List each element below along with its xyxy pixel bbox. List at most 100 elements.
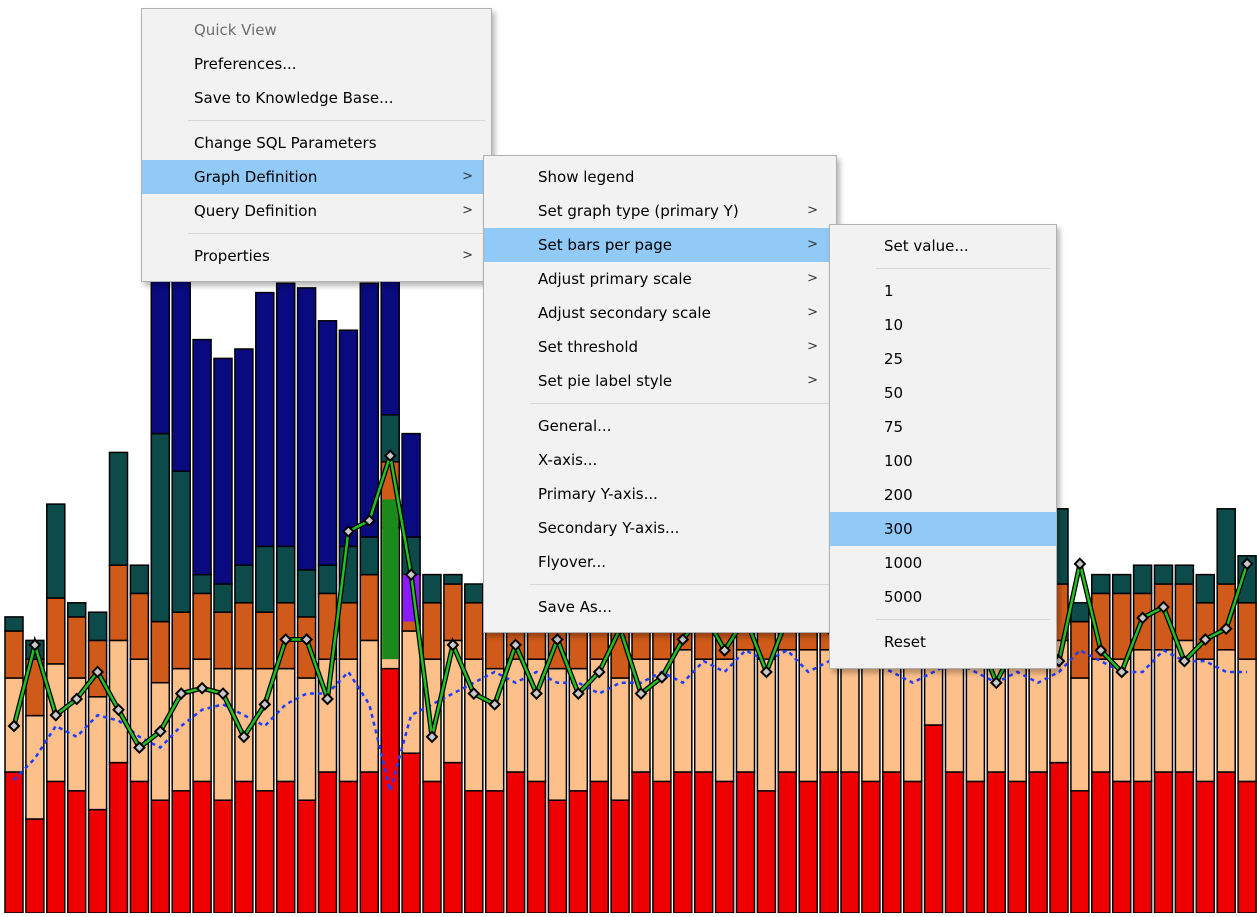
bar-segment — [213, 611, 233, 670]
bar-segment — [714, 780, 735, 914]
menu-item-set-value[interactable]: Set value... — [830, 229, 1056, 263]
menu-item-set-pie-label-style[interactable]: Set pie label style > — [484, 364, 836, 398]
bar-segment — [1070, 620, 1090, 679]
menu-item-reset[interactable]: Reset — [830, 625, 1056, 659]
menu-item-1000[interactable]: 1000 — [830, 546, 1056, 580]
chevron-right-icon: > — [462, 203, 473, 218]
menu-item-label: 10 — [884, 316, 904, 334]
bar-segment — [1070, 790, 1090, 914]
menu-separator — [876, 268, 1050, 269]
menu-item-preferences[interactable]: Preferences... — [142, 47, 491, 81]
menu-item-set-bars-per-page[interactable]: Set bars per page > — [484, 228, 836, 262]
menu-item-label: 100 — [884, 452, 913, 470]
bar-segment — [108, 564, 129, 642]
bar-segment — [192, 573, 212, 595]
bar-segment — [547, 667, 568, 801]
menu-item-adjust-secondary-scale[interactable]: Adjust secondary scale > — [484, 296, 836, 330]
menu-item-adjust-primary-scale[interactable]: Adjust primary scale > — [484, 262, 836, 296]
bar-segment — [443, 761, 463, 914]
menu-item-100[interactable]: 100 — [830, 444, 1056, 478]
menu-item-label: Quick View — [194, 21, 277, 39]
menu-item-label: Properties — [194, 247, 270, 265]
bar-segment — [422, 573, 442, 604]
chevron-right-icon: > — [462, 169, 473, 184]
bar-segment — [213, 583, 233, 613]
bar-segment — [1153, 649, 1174, 773]
bar-segment — [46, 780, 66, 914]
bar-segment — [443, 573, 463, 585]
menu-item-5000[interactable]: 5000 — [830, 580, 1056, 614]
menu-item-label: 75 — [884, 418, 904, 436]
bar-segment — [401, 752, 421, 914]
bar-segment — [66, 616, 87, 679]
bar-segment — [610, 677, 630, 801]
menu-item-flyover[interactable]: Flyover... — [484, 545, 836, 579]
menu-item-save-as[interactable]: Save As... — [484, 590, 836, 624]
menu-item-label: General... — [538, 417, 612, 435]
bar-segment — [317, 564, 338, 595]
menu-item-x-axis[interactable]: X-axis... — [484, 443, 836, 477]
menu-item-properties[interactable]: Properties > — [142, 239, 491, 273]
bar-segment — [693, 771, 714, 914]
bar-segment — [275, 545, 296, 604]
bar-segment — [338, 602, 359, 660]
bar-segment — [568, 790, 589, 914]
menu-item-save-to-knowledge-base[interactable]: Save to Knowledge Base... — [142, 81, 491, 115]
bar-segment — [296, 569, 317, 618]
bar-segment — [317, 320, 338, 566]
bar-segment — [1070, 677, 1090, 792]
bar-segment — [296, 677, 317, 801]
menu-item-50[interactable]: 50 — [830, 376, 1056, 410]
bar-segment — [150, 799, 171, 914]
menu-item-label: Primary Y-axis... — [538, 485, 658, 503]
menu-item-label: 1 — [884, 282, 894, 300]
menu-item-25[interactable]: 25 — [830, 342, 1056, 376]
menu-item-1[interactable]: 1 — [830, 274, 1056, 308]
bar-segment — [275, 282, 296, 548]
bar-segment — [1049, 761, 1069, 914]
menu-item-general[interactable]: General... — [484, 409, 836, 443]
menu-item-label: 50 — [884, 384, 904, 402]
bar-segment — [1091, 573, 1111, 595]
menu-item-label: Graph Definition — [194, 168, 318, 186]
menu-item-query-definition[interactable]: Query Definition > — [142, 194, 491, 228]
menu-item-change-sql-parameters[interactable]: Change SQL Parameters — [142, 126, 491, 160]
bar-segment — [87, 611, 108, 642]
bar-segment — [673, 649, 693, 773]
menu-item-10[interactable]: 10 — [830, 308, 1056, 342]
menu-item-label: Save to Knowledge Base... — [194, 89, 394, 107]
menu-item-75[interactable]: 75 — [830, 410, 1056, 444]
menu-item-graph-definition[interactable]: Graph Definition > — [142, 160, 491, 194]
bar-segment — [171, 611, 191, 670]
menu-item-set-threshold[interactable]: Set threshold > — [484, 330, 836, 364]
bar-segment — [4, 771, 24, 914]
bar-segment — [296, 799, 317, 914]
menu-item-primary-y-axis[interactable]: Primary Y-axis... — [484, 477, 836, 511]
bar-segment — [1132, 649, 1153, 783]
menu-item-300[interactable]: 300 — [830, 512, 1056, 546]
menu-item-show-legend[interactable]: Show legend — [484, 160, 836, 194]
bar-segment — [192, 658, 212, 783]
bar-segment — [380, 667, 400, 914]
bar-segment — [171, 667, 191, 792]
bar-segment — [234, 780, 254, 914]
bar-segment — [735, 649, 756, 773]
menu-item-label: Preferences... — [194, 55, 297, 73]
bar-segment — [275, 667, 296, 783]
bar-segment — [819, 771, 839, 914]
bar-segment — [25, 714, 45, 820]
chevron-right-icon: > — [807, 305, 818, 320]
menu-item-200[interactable]: 200 — [830, 478, 1056, 512]
bar-segment — [923, 724, 944, 914]
menu-item-secondary-y-axis[interactable]: Secondary Y-axis... — [484, 511, 836, 545]
menu-item-label: Set graph type (primary Y) — [538, 202, 739, 220]
graph-definition-submenu: Show legend Set graph type (primary Y) > Se… — [483, 155, 837, 633]
menu-separator — [530, 584, 830, 585]
bar-segment — [464, 602, 484, 660]
menu-item-set-graph-type-primary-y[interactable]: Set graph type (primary Y) > — [484, 194, 836, 228]
bar-segment — [108, 761, 129, 914]
bar-segment — [129, 780, 150, 914]
bar-segment — [1111, 780, 1132, 914]
bar-segment — [359, 573, 380, 642]
bar-segment — [46, 503, 66, 599]
